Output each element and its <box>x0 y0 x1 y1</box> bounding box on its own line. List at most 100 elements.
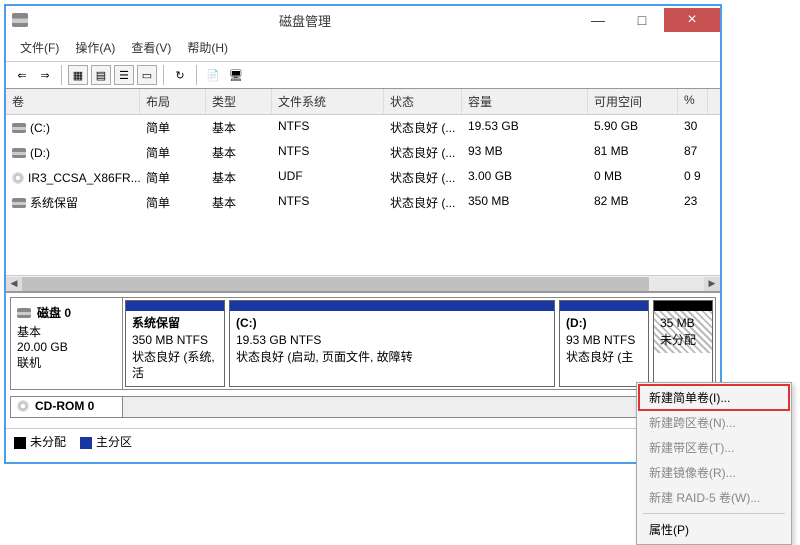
col-capacity[interactable]: 容量 <box>462 89 588 114</box>
disk-0-size: 20.00 GB <box>17 340 116 354</box>
cdrom-0-label: CD-ROM 0 <box>35 399 94 413</box>
window-buttons: — □ × <box>576 8 720 32</box>
close-button[interactable]: × <box>664 8 720 32</box>
cdrom-icon <box>12 172 24 184</box>
disk-0-volumes: 系统保留 350 MB NTFS 状态良好 (系统, 活 (C:) 19.53 … <box>123 298 715 389</box>
scroll-thumb[interactable] <box>22 277 649 291</box>
table-row[interactable]: 系统保留简单基本NTFS状态良好 (...350 MB82 MB23 <box>6 190 720 215</box>
partition-status: 状态良好 (启动, 页面文件, 故障转 <box>236 349 548 366</box>
forward-button[interactable]: ⇒ <box>35 65 55 85</box>
partition-system-reserved[interactable]: 系统保留 350 MB NTFS 状态良好 (系统, 活 <box>125 300 225 387</box>
menu-action[interactable]: 操作(A) <box>67 37 123 58</box>
ctx-separator <box>643 513 785 514</box>
toolbar-btn-2[interactable]: ▤ <box>91 65 111 85</box>
menu-file[interactable]: 文件(F) <box>12 37 67 58</box>
toolbar: ⇐ ⇒ ▦ ▤ ☰ ▭ ↻ 📄 🖥 <box>6 62 720 89</box>
context-menu: 新建简单卷(I)... 新建跨区卷(N)... 新建带区卷(T)... 新建镜像… <box>636 382 792 545</box>
back-button[interactable]: ⇐ <box>12 65 32 85</box>
disk-management-window: 磁盘管理 — □ × 文件(F) 操作(A) 查看(V) 帮助(H) ⇐ ⇒ ▦… <box>4 4 722 464</box>
app-icon <box>12 13 28 27</box>
scroll-left-arrow[interactable]: ◀ <box>6 277 22 291</box>
disk-0-type: 基本 <box>17 323 116 340</box>
partition-size: 350 MB NTFS <box>132 332 218 349</box>
cell-status: 状态良好 (... <box>384 192 462 213</box>
disk-icon <box>12 148 26 158</box>
horizontal-scrollbar[interactable]: ◀ ▶ <box>6 275 720 291</box>
toolbar-btn-1[interactable]: ▦ <box>68 65 88 85</box>
cell-free: 0 MB <box>588 167 678 188</box>
partition-status: 未分配 <box>660 332 706 349</box>
toolbar-btn-5[interactable]: 📄 <box>203 65 223 85</box>
legend-unallocated: 未分配 <box>14 433 66 450</box>
cell-filesystem: NTFS <box>272 117 384 138</box>
cell-status: 状态良好 (... <box>384 167 462 188</box>
partition-color-bar <box>654 301 712 311</box>
partition-size: 19.53 GB NTFS <box>236 332 548 349</box>
cell-free: 81 MB <box>588 142 678 163</box>
menu-view[interactable]: 查看(V) <box>123 37 179 58</box>
col-filesystem[interactable]: 文件系统 <box>272 89 384 114</box>
cell-status: 状态良好 (... <box>384 117 462 138</box>
cdrom-icon <box>17 400 29 412</box>
toolbar-btn-4[interactable]: ▭ <box>137 65 157 85</box>
partition-name: (C:) <box>236 315 548 332</box>
cdrom-0-info[interactable]: CD-ROM 0 <box>11 397 123 417</box>
col-volume[interactable]: 卷 <box>6 89 140 114</box>
window-title: 磁盘管理 <box>34 11 576 30</box>
cell-filesystem: NTFS <box>272 192 384 213</box>
cell-type: 基本 <box>206 167 272 188</box>
col-status[interactable]: 状态 <box>384 89 462 114</box>
partition-name: (D:) <box>566 315 642 332</box>
partition-color-bar <box>560 301 648 311</box>
cell-capacity: 3.00 GB <box>462 167 588 188</box>
volume-name: IR3_CCSA_X86FR... <box>28 171 140 185</box>
refresh-button[interactable]: ↻ <box>170 65 190 85</box>
menu-help[interactable]: 帮助(H) <box>179 37 236 58</box>
menubar: 文件(F) 操作(A) 查看(V) 帮助(H) <box>6 34 720 62</box>
col-percent[interactable]: % <box>678 89 708 114</box>
cell-capacity: 19.53 GB <box>462 117 588 138</box>
partition-d[interactable]: (D:) 93 MB NTFS 状态良好 (主 <box>559 300 649 387</box>
partition-status: 状态良好 (主 <box>566 349 642 366</box>
disk-0-state: 联机 <box>17 354 116 371</box>
disk-0-info[interactable]: 磁盘 0 基本 20.00 GB 联机 <box>11 298 123 389</box>
table-row[interactable]: IR3_CCSA_X86FR...简单基本UDF状态良好 (...3.00 GB… <box>6 165 720 190</box>
partition-size: 93 MB NTFS <box>566 332 642 349</box>
ctx-new-simple-volume[interactable]: 新建简单卷(I)... <box>639 385 789 410</box>
toolbar-btn-3[interactable]: ☰ <box>114 65 134 85</box>
partition-size: 35 MB <box>660 315 706 332</box>
table-row[interactable]: (C:)简单基本NTFS状态良好 (...19.53 GB5.90 GB30 <box>6 115 720 140</box>
disk-icon <box>12 198 26 208</box>
cell-layout: 简单 <box>140 167 206 188</box>
partition-unallocated[interactable]: 35 MB 未分配 <box>653 300 713 387</box>
scroll-right-arrow[interactable]: ▶ <box>704 277 720 291</box>
ctx-new-striped-volume: 新建带区卷(T)... <box>639 435 789 460</box>
cell-percent: 87 <box>678 142 708 163</box>
table-row[interactable]: (D:)简单基本NTFS状态良好 (...93 MB81 MB87 <box>6 140 720 165</box>
legend: 未分配 主分区 <box>6 428 720 454</box>
titlebar[interactable]: 磁盘管理 — □ × <box>6 6 720 34</box>
cell-type: 基本 <box>206 192 272 213</box>
col-type[interactable]: 类型 <box>206 89 272 114</box>
ctx-new-raid5-volume: 新建 RAID-5 卷(W)... <box>639 485 789 510</box>
volume-name: (D:) <box>30 146 50 160</box>
cell-percent: 30 <box>678 117 708 138</box>
minimize-button[interactable]: — <box>576 8 620 32</box>
cell-percent: 23 <box>678 192 708 213</box>
col-free[interactable]: 可用空间 <box>588 89 678 114</box>
col-layout[interactable]: 布局 <box>140 89 206 114</box>
cell-percent: 0 9 <box>678 167 708 188</box>
legend-swatch-primary <box>80 437 92 449</box>
partition-c[interactable]: (C:) 19.53 GB NTFS 状态良好 (启动, 页面文件, 故障转 <box>229 300 555 387</box>
scroll-track[interactable] <box>22 277 704 291</box>
partition-color-bar <box>126 301 224 311</box>
disk-0-row: 磁盘 0 基本 20.00 GB 联机 系统保留 350 MB NTFS 状态良… <box>10 297 716 390</box>
cell-filesystem: NTFS <box>272 142 384 163</box>
toolbar-separator <box>163 65 164 85</box>
ctx-properties[interactable]: 属性(P) <box>639 517 789 542</box>
volume-name: (C:) <box>30 121 50 135</box>
maximize-button[interactable]: □ <box>620 8 664 32</box>
toolbar-btn-6[interactable]: 🖥 <box>226 65 246 85</box>
partition-name: 系统保留 <box>132 315 218 332</box>
ctx-new-mirrored-volume: 新建镜像卷(R)... <box>639 460 789 485</box>
